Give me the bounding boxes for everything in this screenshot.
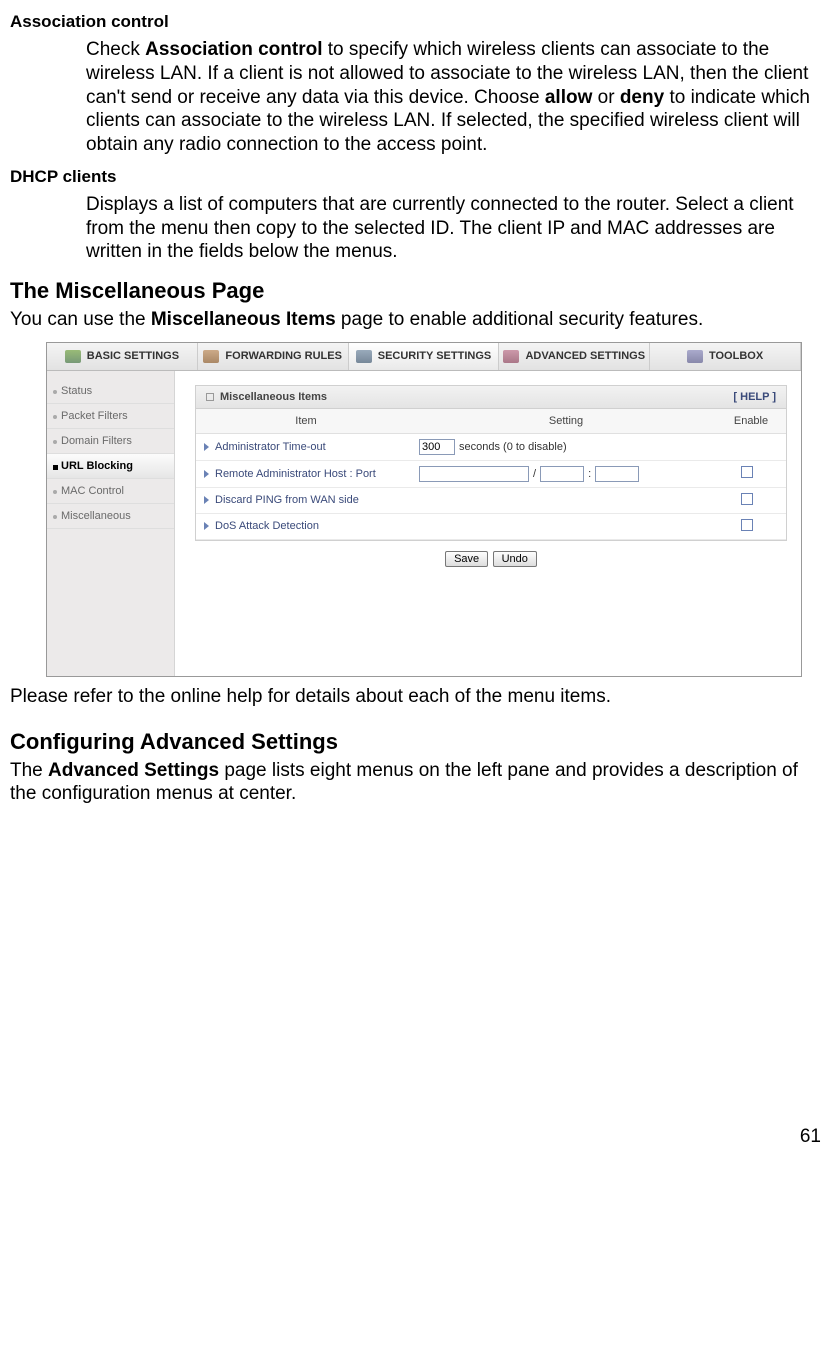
row-discard-ping: Discard PING from WAN side [196,488,786,514]
tab-forwarding-rules[interactable]: FORWARDING RULES [198,343,349,370]
text: or [592,87,619,108]
row-enable [712,519,782,534]
sidebar-item-domain-filters[interactable]: Domain Filters [47,429,174,454]
misc-page-lead: You can use the Miscellaneous Items page… [10,308,817,332]
timeout-suffix: seconds (0 to disable) [459,441,567,453]
tab-label: ADVANCED SETTINGS [525,350,645,362]
square-icon [206,393,214,401]
row-label: DoS Attack Detection [215,520,419,532]
table-header-row: Item Setting Enable [196,409,786,434]
panel-title-text: Miscellaneous Items [220,391,327,403]
main-area: Status Packet Filters Domain Filters URL… [47,371,801,676]
tab-icon [65,350,81,363]
text: page to enable additional security featu… [336,309,704,330]
tab-icon [687,350,703,363]
sidebar-item-url-blocking[interactable]: URL Blocking [47,454,174,479]
assoc-control-body: Check Association control to specify whi… [86,38,817,157]
tab-label: FORWARDING RULES [225,350,342,362]
tab-label: BASIC SETTINGS [87,350,179,362]
misc-items-panel: Miscellaneous Items [ HELP ] Item Settin… [195,385,787,541]
col-setting: Setting [416,409,716,433]
remote-port1-input[interactable] [540,466,584,482]
misc-page-heading: The Miscellaneous Page [10,278,829,304]
undo-button[interactable]: Undo [493,551,537,567]
col-enable: Enable [716,409,786,433]
row-setting: seconds (0 to disable) [419,439,712,455]
page-number: 61 [10,1126,829,1148]
row-setting: / : [419,466,712,482]
admin-timeout-input[interactable] [419,439,455,455]
remote-host-input[interactable] [419,466,529,482]
triangle-icon [204,496,209,504]
sidebar-item-miscellaneous[interactable]: Miscellaneous [47,504,174,529]
bold-term: Association control [145,39,322,60]
row-enable [712,493,782,508]
enable-checkbox[interactable] [741,466,753,478]
col-item: Item [196,409,416,433]
panel-header: Miscellaneous Items [ HELP ] [196,386,786,409]
tab-icon [356,350,372,363]
row-label: Discard PING from WAN side [215,494,419,506]
text: Check [86,39,145,60]
row-label: Administrator Time-out [215,441,419,453]
tab-icon [203,350,219,363]
row-label: Remote Administrator Host : Port [215,468,419,480]
content-pane: Miscellaneous Items [ HELP ] Item Settin… [175,371,801,676]
enable-checkbox[interactable] [741,519,753,531]
bold-term: Miscellaneous Items [151,309,336,330]
row-remote-admin: Remote Administrator Host : Port / : [196,461,786,488]
row-admin-timeout: Administrator Time-out seconds (0 to dis… [196,434,786,461]
panel-title: Miscellaneous Items [206,391,327,403]
tab-advanced-settings[interactable]: ADVANCED SETTINGS [499,343,650,370]
triangle-icon [204,470,209,478]
remote-port2-input[interactable] [595,466,639,482]
triangle-icon [204,443,209,451]
adv-settings-lead: The Advanced Settings page lists eight m… [10,759,817,807]
dhcp-clients-heading: DHCP clients [10,167,829,187]
tab-toolbox[interactable]: TOOLBOX [650,343,801,370]
row-enable [712,466,782,481]
sidebar-item-packet-filters[interactable]: Packet Filters [47,404,174,429]
tab-icon [503,350,519,363]
tab-label: TOOLBOX [709,350,763,362]
bold-term: allow [545,87,593,108]
text: The [10,760,48,781]
save-button[interactable]: Save [445,551,488,567]
tab-label: SECURITY SETTINGS [378,350,491,362]
misc-after-text: Please refer to the online help for deta… [10,685,817,709]
tab-security-settings[interactable]: SECURITY SETTINGS [349,343,500,370]
tab-bar: BASIC SETTINGS FORWARDING RULES SECURITY… [47,343,801,371]
tab-basic-settings[interactable]: BASIC SETTINGS [47,343,198,370]
sep: / [533,468,536,480]
enable-checkbox[interactable] [741,493,753,505]
router-ui-screenshot: BASIC SETTINGS FORWARDING RULES SECURITY… [46,342,802,677]
text: You can use the [10,309,151,330]
row-dos-attack: DoS Attack Detection [196,514,786,540]
button-row: Save Undo [195,541,787,571]
sep: : [588,468,591,480]
dhcp-clients-body: Displays a list of computers that are cu… [86,193,817,264]
adv-settings-heading: Configuring Advanced Settings [10,729,829,755]
assoc-control-heading: Association control [10,12,829,32]
help-link[interactable]: [ HELP ] [733,391,776,403]
bold-term: deny [620,87,664,108]
bold-term: Advanced Settings [48,760,219,781]
sidebar: Status Packet Filters Domain Filters URL… [47,371,175,676]
sidebar-item-status[interactable]: Status [47,379,174,404]
triangle-icon [204,522,209,530]
sidebar-item-mac-control[interactable]: MAC Control [47,479,174,504]
